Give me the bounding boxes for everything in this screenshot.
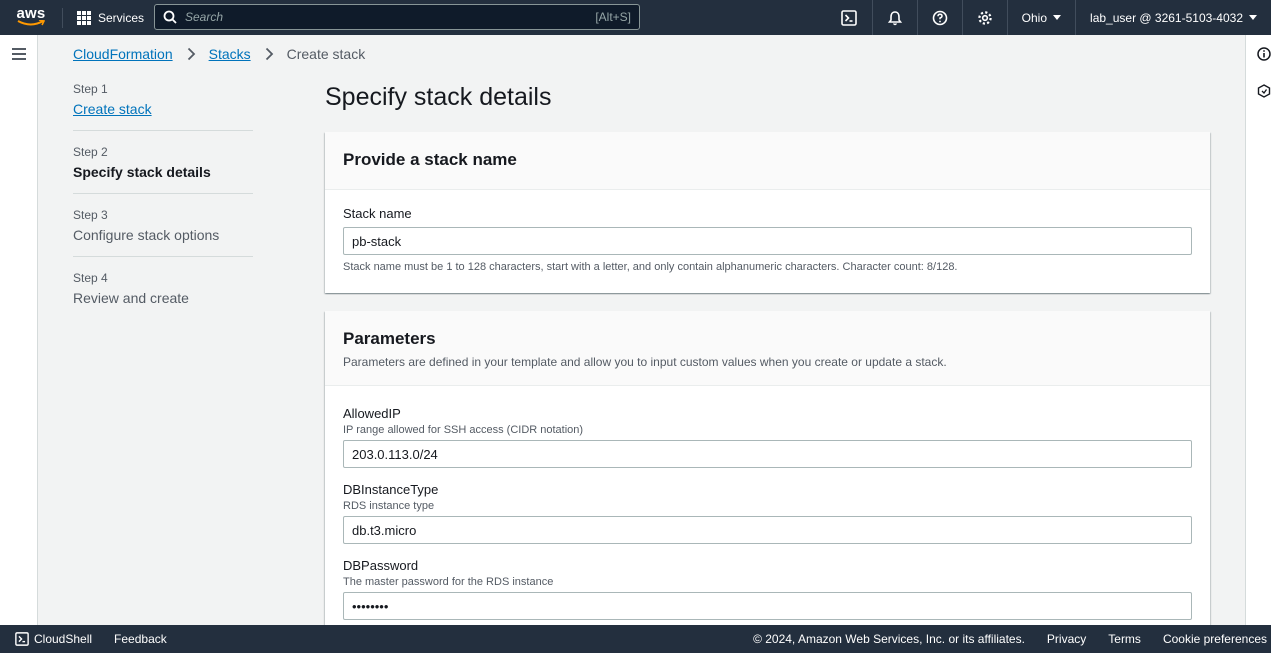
help-icon bbox=[932, 10, 947, 25]
console-footer: CloudShell Feedback © 2024, Amazon Web S… bbox=[0, 625, 1271, 653]
allowedip-input[interactable] bbox=[343, 440, 1192, 468]
step-2: Step 2 Specify stack details bbox=[73, 145, 253, 194]
param-description: The master password for the RDS instance bbox=[343, 576, 554, 588]
panel-header: Provide a stack name bbox=[325, 132, 1210, 190]
search-input[interactable]: Search [Alt+S] bbox=[154, 4, 640, 30]
breadcrumb-current: Create stack bbox=[286, 46, 366, 62]
right-tools-strip bbox=[1245, 35, 1271, 625]
help-button[interactable] bbox=[916, 0, 962, 35]
gear-icon bbox=[977, 10, 992, 25]
copyright-text: © 2024, Amazon Web Services, Inc. or its… bbox=[753, 632, 1025, 646]
aws-smile-icon bbox=[17, 20, 45, 26]
aws-logo[interactable]: aws bbox=[8, 0, 54, 35]
terminal-icon bbox=[841, 9, 857, 26]
footer-links: © 2024, Amazon Web Services, Inc. or its… bbox=[753, 625, 1267, 653]
step-number: Step 3 bbox=[73, 208, 108, 222]
panel-heading: Provide a stack name bbox=[343, 150, 517, 169]
wizard-steps: Step 1 Create stack Step 2 Specify stack… bbox=[73, 82, 253, 333]
page-title: Specify stack details bbox=[325, 83, 552, 111]
breadcrumb-stacks[interactable]: Stacks bbox=[209, 46, 251, 62]
region-label: Ohio bbox=[1021, 10, 1048, 25]
panel-body: AllowedIP IP range allowed for SSH acces… bbox=[325, 386, 1210, 620]
region-selector[interactable]: Ohio bbox=[1006, 0, 1075, 35]
left-nav-strip bbox=[0, 35, 38, 625]
step-number: Step 2 bbox=[73, 145, 108, 159]
cookie-preferences-link[interactable]: Cookie preferences bbox=[1163, 632, 1267, 646]
caret-down-icon bbox=[1053, 15, 1062, 20]
privacy-link[interactable]: Privacy bbox=[1047, 632, 1086, 646]
settings-button[interactable] bbox=[961, 0, 1007, 35]
parameters-panel: Parameters Parameters are defined in you… bbox=[325, 311, 1210, 641]
step-1-link[interactable]: Create stack bbox=[73, 101, 253, 117]
stack-name-label: Stack name bbox=[343, 206, 412, 221]
panel-header: Parameters Parameters are defined in you… bbox=[325, 311, 1210, 386]
dbpassword-input[interactable] bbox=[343, 592, 1192, 620]
terms-link[interactable]: Terms bbox=[1108, 632, 1141, 646]
aws-logo-text: aws bbox=[16, 5, 46, 22]
search-icon bbox=[163, 10, 177, 24]
step-2-label: Specify stack details bbox=[73, 164, 211, 180]
notifications-button[interactable] bbox=[871, 0, 917, 35]
search-placeholder: Search bbox=[185, 10, 224, 24]
account-menu[interactable]: lab_user @ 3261-5103-4032 bbox=[1075, 0, 1271, 35]
step-4-label: Review and create bbox=[73, 290, 189, 306]
search-shortcut-hint: [Alt+S] bbox=[595, 10, 631, 24]
info-icon[interactable] bbox=[1257, 47, 1271, 61]
step-number: Step 1 bbox=[73, 82, 108, 96]
feedback-label: Feedback bbox=[114, 632, 167, 646]
stack-name-panel: Provide a stack name Stack name Stack na… bbox=[325, 132, 1210, 293]
panel-heading: Parameters bbox=[343, 329, 436, 348]
step-3: Step 3 Configure stack options bbox=[73, 208, 253, 257]
param-label: AllowedIP bbox=[343, 406, 401, 421]
step-number: Step 4 bbox=[73, 271, 108, 285]
param-description: RDS instance type bbox=[343, 500, 435, 512]
param-description: IP range allowed for SSH access (CIDR no… bbox=[343, 424, 584, 436]
services-menu-button[interactable]: Services bbox=[63, 0, 158, 35]
chevron-right-icon bbox=[265, 47, 273, 61]
services-grid-icon bbox=[77, 10, 91, 25]
breadcrumb: CloudFormation Stacks Create stack bbox=[73, 46, 365, 62]
step-1: Step 1 Create stack bbox=[73, 82, 253, 131]
feedback-button[interactable]: Feedback bbox=[114, 632, 167, 646]
param-field-allowedip: AllowedIP IP range allowed for SSH acces… bbox=[343, 406, 1192, 468]
nav-right-group: Ohio lab_user @ 3261-5103-4032 bbox=[827, 0, 1271, 35]
panel-description: Parameters are defined in your template … bbox=[343, 355, 947, 369]
menu-icon[interactable] bbox=[12, 48, 26, 60]
param-label: DBInstanceType bbox=[343, 482, 439, 497]
breadcrumb-cloudformation[interactable]: CloudFormation bbox=[73, 46, 173, 62]
account-label: lab_user @ 3261-5103-4032 bbox=[1090, 10, 1243, 25]
cloudshell-footer-button[interactable]: CloudShell bbox=[15, 632, 92, 646]
terminal-icon bbox=[15, 632, 29, 646]
step-4: Step 4 Review and create bbox=[73, 271, 253, 319]
panel-body: Stack name Stack name must be 1 to 128 c… bbox=[325, 190, 1210, 273]
param-field-dbinstancetype: DBInstanceType RDS instance type bbox=[343, 482, 1192, 544]
dbinstancetype-input[interactable] bbox=[343, 516, 1192, 544]
param-label: DBPassword bbox=[343, 558, 419, 573]
param-field-dbpassword: DBPassword The master password for the R… bbox=[343, 558, 1192, 620]
cloudshell-button[interactable] bbox=[827, 0, 872, 35]
stack-name-hint: Stack name must be 1 to 128 characters, … bbox=[343, 261, 958, 273]
top-navigation: aws Services Search [Alt+S] Ohio lab_use… bbox=[0, 0, 1271, 35]
stack-name-input[interactable] bbox=[343, 227, 1192, 255]
tutorial-icon[interactable] bbox=[1257, 84, 1271, 98]
step-3-label: Configure stack options bbox=[73, 227, 220, 243]
services-label: Services bbox=[98, 10, 145, 25]
bell-icon bbox=[887, 10, 902, 25]
caret-down-icon bbox=[1249, 15, 1257, 20]
chevron-right-icon bbox=[187, 47, 195, 61]
cloudshell-label: CloudShell bbox=[34, 632, 93, 646]
